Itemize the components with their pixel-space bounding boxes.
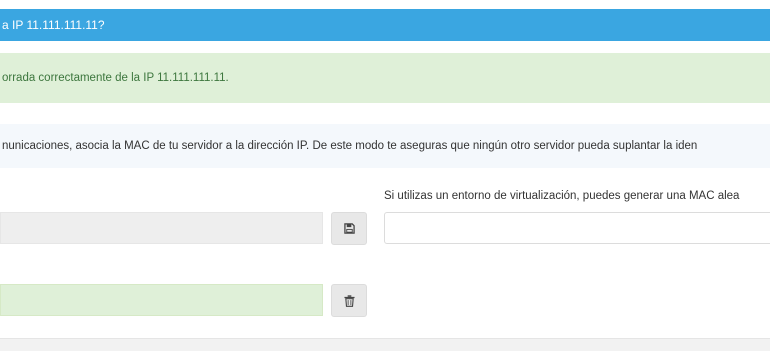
info-text: nunicaciones, asocia la MAC de tu servid… <box>2 140 698 152</box>
footer-strip <box>0 338 770 351</box>
assigned-mac-input[interactable] <box>0 284 323 316</box>
virtual-mac-input[interactable] <box>384 212 770 244</box>
info-box: nunicaciones, asocia la MAC de tu servid… <box>0 124 770 168</box>
floppy-disk-icon <box>343 223 355 234</box>
success-alert-message: orrada correctamente de la IP 11.111.111… <box>2 72 229 84</box>
success-alert: orrada correctamente de la IP 11.111.111… <box>0 53 770 103</box>
dialog-header: a IP 11.111.111.11? <box>0 9 770 41</box>
mac-address-input[interactable] <box>0 212 323 244</box>
trash-icon <box>343 294 355 307</box>
dialog-title: a IP 11.111.111.11? <box>2 18 105 32</box>
virtualization-label: Si utilizas un entorno de virtualización… <box>384 190 740 202</box>
delete-mac-button[interactable] <box>331 284 367 317</box>
save-mac-button[interactable] <box>331 212 367 245</box>
